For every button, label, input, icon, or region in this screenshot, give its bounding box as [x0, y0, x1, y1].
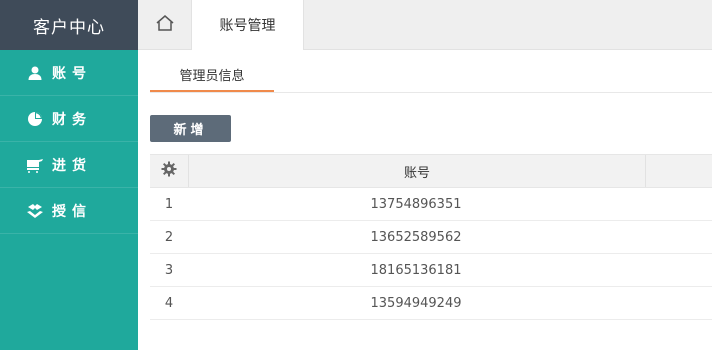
- sidebar: 客户中心 账号 财务 进货 授信: [0, 0, 138, 350]
- row-index: 3: [164, 262, 174, 278]
- sidebar-item-purchase[interactable]: 进货: [0, 142, 138, 188]
- add-button[interactable]: 新增: [150, 115, 231, 142]
- brand-title: 客户中心: [0, 0, 138, 50]
- row-account: 13594949249: [370, 295, 462, 311]
- row-index: 4: [164, 295, 174, 311]
- cart-icon: [26, 156, 44, 174]
- pie-chart-icon: [26, 110, 44, 128]
- tab-home[interactable]: [138, 0, 192, 50]
- sidebar-item-label: 财务: [52, 111, 92, 128]
- table-row[interactable]: 2 13652589562: [150, 221, 712, 254]
- column-settings-button[interactable]: [150, 155, 189, 187]
- table-row[interactable]: 1 13754896351: [150, 188, 712, 221]
- subtab-bar: 管理员信息: [150, 58, 712, 93]
- gear-icon: [161, 161, 177, 181]
- row-index: 1: [164, 196, 174, 212]
- sidebar-item-label: 进货: [52, 157, 92, 174]
- handshake-icon: [26, 202, 44, 220]
- sidebar-item-label: 授信: [52, 203, 92, 220]
- table-header: 账号: [150, 154, 712, 188]
- column-header-account[interactable]: 账号: [189, 155, 646, 187]
- accounts-table: 账号 1 13754896351 2 13652589562 3 1816513…: [150, 154, 712, 320]
- row-account: 18165136181: [370, 262, 462, 278]
- column-header-extra: [646, 155, 712, 187]
- sidebar-item-label: 账号: [52, 65, 92, 82]
- sidebar-item-credit[interactable]: 授信: [0, 188, 138, 234]
- subtab-admin-info[interactable]: 管理员信息: [150, 58, 274, 92]
- sidebar-item-account[interactable]: 账号: [0, 50, 138, 96]
- user-icon: [26, 64, 44, 82]
- row-index: 2: [164, 229, 174, 245]
- table-row[interactable]: 4 13594949249: [150, 287, 712, 320]
- table-row[interactable]: 3 18165136181: [150, 254, 712, 287]
- home-icon: [155, 14, 175, 36]
- sidebar-item-finance[interactable]: 财务: [0, 96, 138, 142]
- row-account: 13652589562: [370, 229, 462, 245]
- tab-account-management[interactable]: 账号管理: [192, 0, 304, 50]
- row-account: 13754896351: [370, 196, 462, 212]
- tab-bar: 账号管理: [138, 0, 712, 50]
